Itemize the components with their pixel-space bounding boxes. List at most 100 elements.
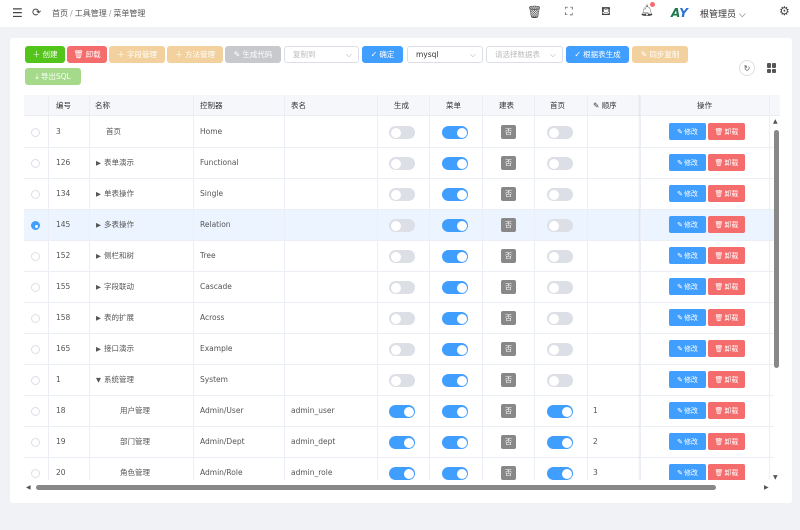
edit-button[interactable]: ✎ 修改 [669,371,706,388]
column-header-generate[interactable]: 生成 [394,95,409,116]
row-radio[interactable] [31,252,40,261]
edit-button[interactable]: ✎ 修改 [669,247,706,264]
table-row[interactable]: 3 首页 Home 否 ✎ 修改 🗑 卸载 [24,117,774,148]
edit-button[interactable]: ✎ 修改 [669,433,706,450]
home-toggle[interactable] [547,219,573,232]
edit-button[interactable]: ✎ 修改 [669,185,706,202]
row-radio[interactable] [31,407,40,416]
unload-row-button[interactable]: 🗑 卸载 [708,402,745,419]
menu-toggle[interactable] [442,343,468,356]
refresh-icon[interactable]: ⟳ [32,7,41,18]
home-toggle[interactable] [547,312,573,325]
presentation-icon[interactable]: ⛾ [601,5,611,17]
row-order[interactable]: 3 [593,458,598,480]
table-row[interactable]: 158 ▶ 表的扩展 Across 否 ✎ 修改 🗑 卸载 [24,303,774,334]
column-header-menu[interactable]: 菜单 [446,95,461,116]
expand-arrow-icon[interactable]: ▶ [96,345,101,353]
home-toggle[interactable] [547,436,573,449]
generate-toggle[interactable] [389,312,415,325]
user-menu[interactable]: 根管理员 ⌵ [700,7,746,20]
column-header-name[interactable]: 名称 [95,95,110,116]
edit-button[interactable]: ✎ 修改 [669,123,706,140]
menu-toggle[interactable] [442,219,468,232]
menu-toggle[interactable] [442,188,468,201]
columns-grid-icon[interactable] [766,62,778,74]
edit-button[interactable]: ✎ 修改 [669,216,706,233]
row-radio[interactable] [31,314,40,323]
gear-icon[interactable]: ⚙ [779,5,790,17]
table-row[interactable]: 126 ▶ 表单演示 Functional 否 ✎ 修改 🗑 卸载 [24,148,774,179]
expand-arrow-icon[interactable]: ▶ [96,221,101,229]
table-row[interactable]: 165 ▶ 接口演示 Example 否 ✎ 修改 🗑 卸载 [24,334,774,365]
generate-toggle[interactable] [389,281,415,294]
generate-code-button[interactable]: ✎ 生成代码 [225,46,281,63]
home-toggle[interactable] [547,374,573,387]
table-row[interactable]: 19 部门管理 Admin/Dept admin_dept 否 2 ✎ 修改 🗑 卸载 [24,427,774,458]
table-row[interactable]: 134 ▶ 单表操作 Single 否 ✎ 修改 🗑 卸载 [24,179,774,210]
collapse-arrow-icon[interactable]: ▼ [96,376,101,384]
unload-row-button[interactable]: 🗑 卸载 [708,216,745,233]
refresh-icon[interactable]: ↻ [739,60,755,76]
expand-arrow-icon[interactable]: ▶ [96,190,101,198]
unload-row-button[interactable]: 🗑 卸载 [708,340,745,357]
table-row[interactable]: 1 ▼ 系统管理 System 否 ✎ 修改 🗑 卸载 [24,365,774,396]
menu-toggle[interactable] [442,467,468,480]
edit-button[interactable]: ✎ 修改 [669,278,706,295]
menu-toggle[interactable] [442,126,468,139]
generate-toggle[interactable] [389,157,415,170]
row-radio[interactable] [31,345,40,354]
expand-arrow-icon[interactable]: ▶ [96,159,101,167]
unload-button[interactable]: 🗑 卸载 [67,46,107,63]
column-header-build-table[interactable]: 建表 [499,95,514,116]
scroll-right-icon[interactable]: ▶ [764,484,769,491]
edit-button[interactable]: ✎ 修改 [669,309,706,326]
home-toggle[interactable] [547,126,573,139]
generate-toggle[interactable] [389,374,415,387]
table-row[interactable]: 145 ▶ 多表操作 Relation 否 ✎ 修改 🗑 卸载 [24,210,774,241]
unload-row-button[interactable]: 🗑 卸载 [708,464,745,480]
create-button[interactable]: ＋创建 [25,46,65,63]
method-management-button[interactable]: ＋方法管理 [167,46,223,63]
row-radio[interactable] [31,221,40,230]
menu-toggle[interactable] [442,312,468,325]
generate-toggle[interactable] [389,467,415,480]
unload-row-button[interactable]: 🗑 卸载 [708,433,745,450]
home-toggle[interactable] [547,343,573,356]
column-header-controller[interactable]: 控制器 [200,95,223,116]
database-select[interactable]: mysql ⌵ [407,46,483,63]
unload-row-button[interactable]: 🗑 卸载 [708,154,745,171]
generate-toggle[interactable] [389,436,415,449]
row-radio[interactable] [31,469,40,478]
row-order[interactable]: 1 [593,396,598,426]
table-row[interactable]: 155 ▶ 字段联动 Cascade 否 ✎ 修改 🗑 卸载 [24,272,774,303]
home-toggle[interactable] [547,250,573,263]
unload-row-button[interactable]: 🗑 卸载 [708,278,745,295]
confirm-button[interactable]: ✓ 确定 [362,46,403,63]
copy-to-select[interactable]: 复制到 ⌵ [284,46,359,63]
column-header-table[interactable]: 表名 [291,95,306,116]
generate-toggle[interactable] [389,343,415,356]
menu-toggle[interactable] [442,436,468,449]
row-radio[interactable] [31,376,40,385]
scroll-left-icon[interactable]: ◀ [26,484,31,491]
unload-row-button[interactable]: 🗑 卸载 [708,123,745,140]
edit-button[interactable]: ✎ 修改 [669,340,706,357]
row-radio[interactable] [31,190,40,199]
export-sql-button[interactable]: ⤓ 导出SQL [25,68,81,85]
generate-from-table-button[interactable]: ✓ 根据表生成 [566,46,629,63]
table-select[interactable]: 请选择数据表 ⌵ [486,46,563,63]
breadcrumb-item[interactable]: 首页 [52,9,68,18]
row-radio[interactable] [31,159,40,168]
home-toggle[interactable] [547,157,573,170]
field-management-button[interactable]: ＋字段管理 [109,46,165,63]
table-row[interactable]: 152 ▶ 侧栏和树 Tree 否 ✎ 修改 🗑 卸载 [24,241,774,272]
generate-toggle[interactable] [389,250,415,263]
row-radio[interactable] [31,438,40,447]
scrollbar-thumb[interactable] [36,485,716,490]
menu-toggle[interactable] [442,281,468,294]
home-toggle[interactable] [547,467,573,480]
row-radio[interactable] [31,283,40,292]
table-row[interactable]: 18 用户管理 Admin/User admin_user 否 1 ✎ 修改 🗑 卸载 [24,396,774,427]
breadcrumb-item[interactable]: 工具管理 [75,9,107,18]
home-toggle[interactable] [547,405,573,418]
